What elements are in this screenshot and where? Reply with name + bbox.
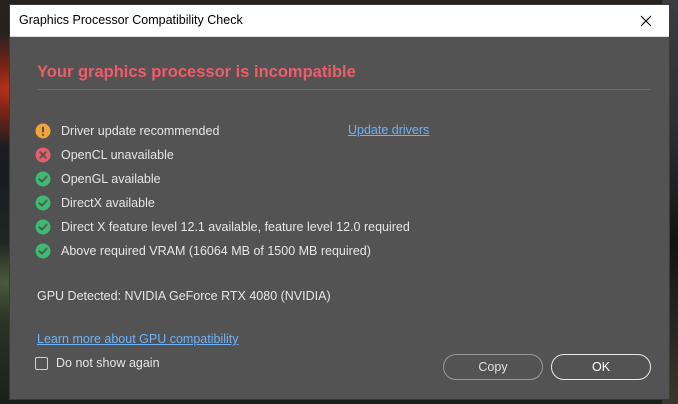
check-icon	[35, 171, 51, 187]
check-icon	[35, 219, 51, 235]
check-icon	[35, 243, 51, 259]
check-item-opengl: OpenGL available	[35, 167, 410, 191]
gpu-detected-text: GPU Detected: NVIDIA GeForce RTX 4080 (N…	[37, 289, 331, 303]
check-text: OpenGL available	[61, 172, 161, 186]
checkbox-box[interactable]	[35, 356, 48, 370]
warning-icon	[35, 123, 51, 139]
close-button[interactable]	[623, 5, 669, 36]
check-text: Above required VRAM (16064 MB of 1500 MB…	[61, 244, 371, 258]
update-drivers-link[interactable]: Update drivers	[348, 123, 429, 137]
error-icon	[35, 147, 51, 163]
check-text: DirectX available	[61, 196, 155, 210]
window-title: Graphics Processor Compatibility Check	[19, 13, 243, 27]
check-item-directx: DirectX available	[35, 191, 410, 215]
check-item-vram: Above required VRAM (16064 MB of 1500 MB…	[35, 239, 410, 263]
check-item-opencl: OpenCL unavailable	[35, 143, 410, 167]
check-text: Driver update recommended	[61, 124, 220, 138]
compatibility-dialog: Graphics Processor Compatibility Check Y…	[10, 5, 669, 399]
status-heading: Your graphics processor is incompatible	[37, 63, 356, 81]
title-bar: Graphics Processor Compatibility Check	[10, 5, 669, 37]
do-not-show-again-checkbox[interactable]: Do not show again	[35, 356, 160, 370]
check-list: Driver update recommended OpenCL unavail…	[35, 119, 410, 263]
divider	[37, 89, 651, 90]
check-text: OpenCL unavailable	[61, 148, 174, 162]
learn-more-link[interactable]: Learn more about GPU compatibility	[37, 332, 238, 346]
ok-button[interactable]: OK	[551, 354, 651, 380]
check-text: Direct X feature level 12.1 available, f…	[61, 220, 410, 234]
check-item-feature-level: Direct X feature level 12.1 available, f…	[35, 215, 410, 239]
copy-button[interactable]: Copy	[443, 354, 543, 380]
do-not-show-again-label: Do not show again	[56, 356, 160, 370]
check-icon	[35, 195, 51, 211]
close-icon	[640, 15, 652, 26]
